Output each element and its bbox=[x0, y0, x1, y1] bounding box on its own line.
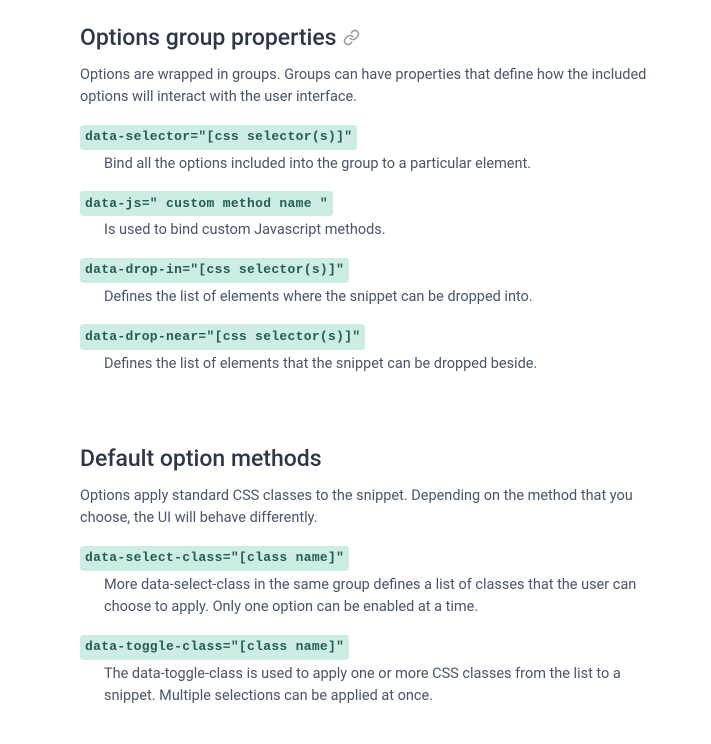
property-desc: Bind all the options included into the g… bbox=[104, 153, 664, 175]
link-icon[interactable] bbox=[343, 29, 360, 46]
property-code: data-selector="[css selector(s)]" bbox=[80, 125, 357, 150]
property-item: data-selector="[css selector(s)]" Bind a… bbox=[80, 125, 691, 176]
property-code: data-toggle-class="[class name]" bbox=[80, 635, 349, 660]
property-code: data-js=" custom method name " bbox=[80, 191, 333, 216]
heading-text: Default option methods bbox=[80, 441, 322, 477]
property-item: data-select-class="[class name]" More da… bbox=[80, 546, 691, 619]
property-desc: More data-select-class in the same group… bbox=[104, 574, 664, 619]
property-desc: Defines the list of elements that the sn… bbox=[104, 353, 664, 375]
property-desc: Defines the list of elements where the s… bbox=[104, 286, 664, 308]
property-desc: Is used to bind custom Javascript method… bbox=[104, 219, 664, 241]
property-code: data-drop-near="[css selector(s)]" bbox=[80, 324, 365, 349]
heading-text: Options group properties bbox=[80, 20, 337, 56]
section-heading-options-group: Options group properties bbox=[80, 20, 691, 56]
section-heading-default-methods: Default option methods bbox=[80, 441, 691, 477]
property-item: data-js=" custom method name " Is used t… bbox=[80, 191, 691, 242]
property-desc: The data-toggle-class is used to apply o… bbox=[104, 663, 664, 708]
property-code: data-drop-in="[css selector(s)]" bbox=[80, 258, 349, 283]
property-item: data-drop-near="[css selector(s)]" Defin… bbox=[80, 324, 691, 375]
property-item: data-toggle-class="[class name]" The dat… bbox=[80, 635, 691, 708]
property-code: data-select-class="[class name]" bbox=[80, 546, 349, 571]
section-intro: Options apply standard CSS classes to th… bbox=[80, 485, 650, 530]
property-item: data-drop-in="[css selector(s)]" Defines… bbox=[80, 258, 691, 309]
section-intro: Options are wrapped in groups. Groups ca… bbox=[80, 64, 650, 109]
